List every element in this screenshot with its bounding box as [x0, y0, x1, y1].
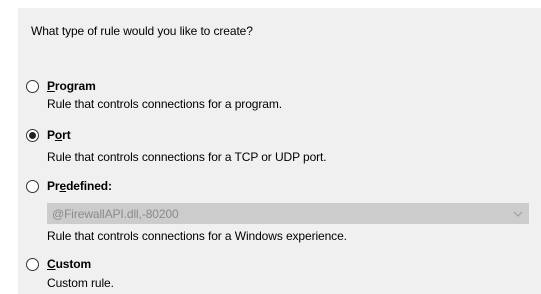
program-description: Rule that controls connections for a pro…: [47, 97, 282, 111]
radio-option-predefined[interactable]: Predefined:: [26, 178, 112, 194]
radio-option-program[interactable]: Program: [26, 78, 96, 94]
predefined-radio-button[interactable]: [26, 179, 39, 193]
program-label[interactable]: Program: [47, 79, 96, 93]
port-description: Rule that controls connections for a TCP…: [47, 150, 327, 164]
port-radio-button[interactable]: [26, 128, 39, 142]
predefined-description: Rule that controls connections for a Win…: [47, 229, 347, 243]
rule-type-panel: What type of rule would you like to crea…: [18, 8, 541, 294]
rule-type-question: What type of rule would you like to crea…: [31, 24, 253, 38]
predefined-rule-select[interactable]: @FirewallAPI.dll,-80200: [47, 203, 529, 224]
custom-radio-button[interactable]: [26, 257, 39, 271]
program-access-key: P: [47, 79, 55, 93]
custom-description: Custom rule.: [47, 276, 114, 290]
radio-option-port[interactable]: Port: [26, 127, 71, 143]
port-label[interactable]: Port: [47, 128, 71, 142]
predefined-rule-value: @FirewallAPI.dll,-80200: [52, 206, 179, 221]
program-radio-button[interactable]: [26, 79, 39, 93]
predefined-label[interactable]: Predefined:: [47, 179, 112, 193]
custom-label[interactable]: Custom: [47, 257, 91, 271]
wizard-page: What type of rule would you like to crea…: [0, 0, 541, 294]
custom-access-key: C: [47, 257, 56, 271]
chevron-down-icon[interactable]: [510, 204, 526, 223]
radio-option-custom[interactable]: Custom: [26, 256, 91, 272]
